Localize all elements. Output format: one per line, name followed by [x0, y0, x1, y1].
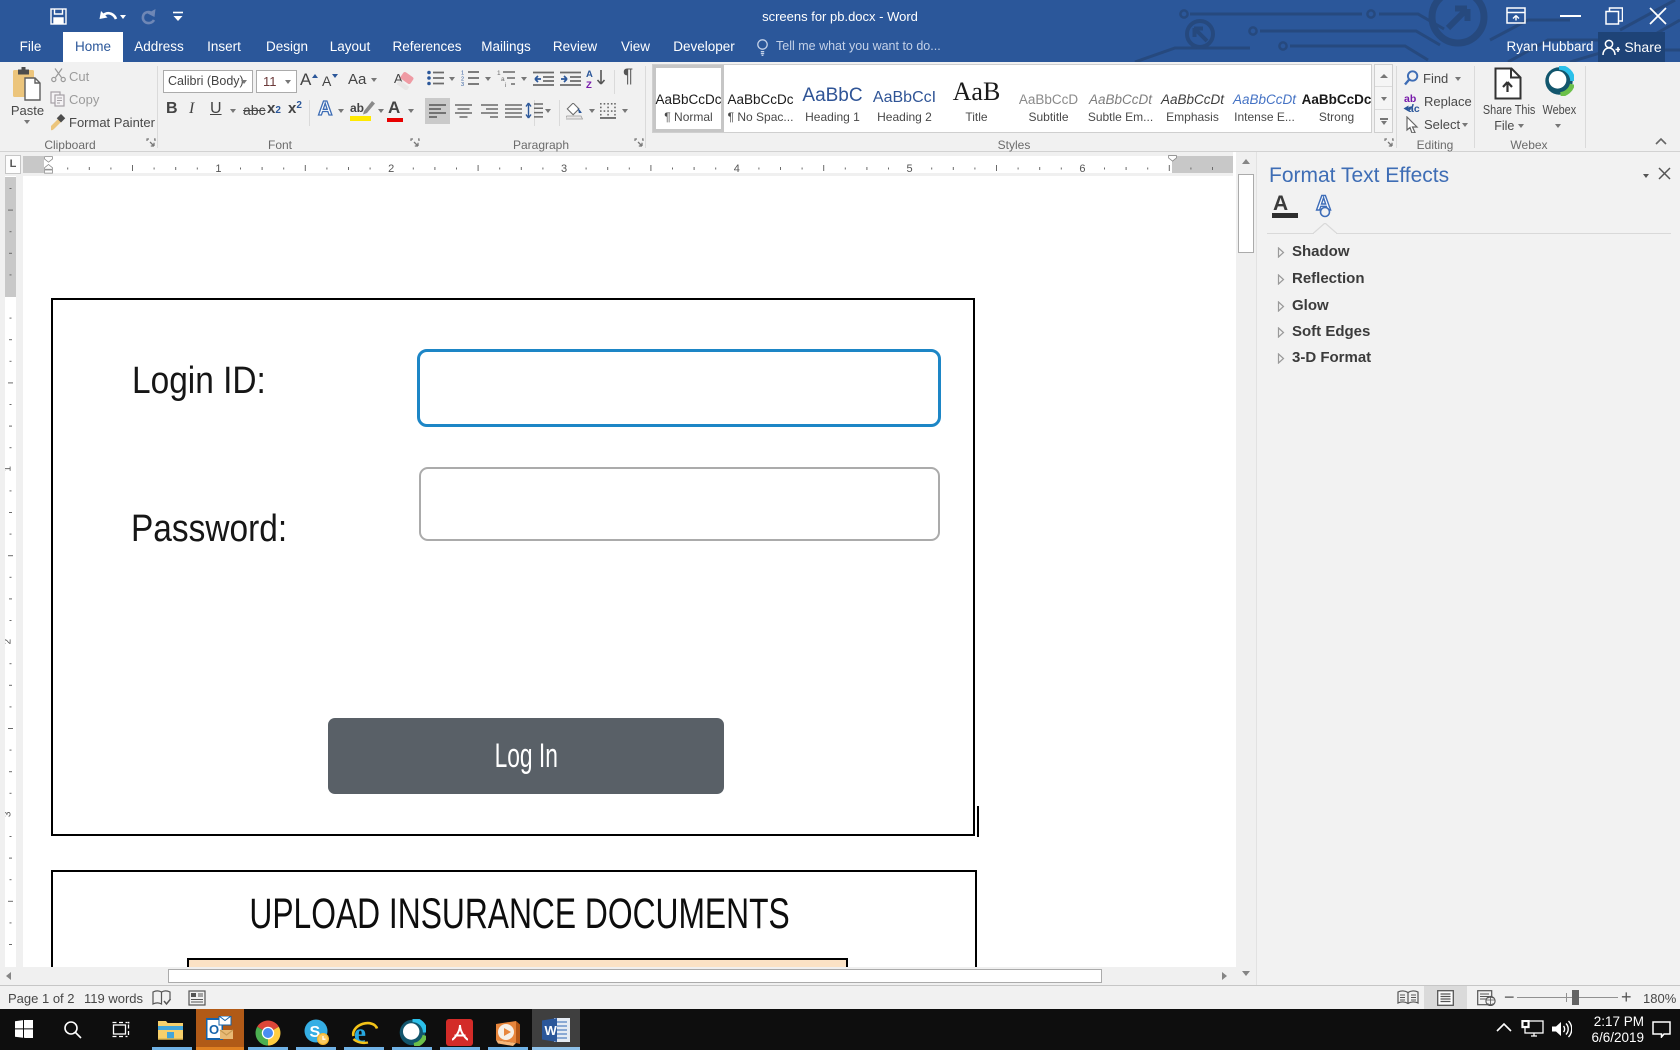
svg-text:4: 4 — [734, 163, 740, 173]
svg-text:3: 3 — [461, 82, 464, 87]
svg-text:Z: Z — [586, 80, 592, 89]
svg-text:1: 1 — [215, 163, 221, 173]
svg-text:1: 1 — [5, 466, 14, 472]
svg-text:3: 3 — [5, 811, 14, 817]
svg-text:O: O — [209, 1022, 219, 1037]
svg-text:6: 6 — [1079, 163, 1085, 173]
svg-text:W: W — [545, 1023, 558, 1038]
svg-text:ab: ab — [350, 101, 364, 115]
svg-text:A: A — [586, 69, 593, 80]
svg-text:5: 5 — [907, 163, 913, 173]
svg-text:i: i — [505, 82, 506, 87]
svg-text:3: 3 — [561, 163, 567, 173]
svg-text:2: 2 — [5, 638, 14, 644]
svg-text:2: 2 — [388, 163, 394, 173]
